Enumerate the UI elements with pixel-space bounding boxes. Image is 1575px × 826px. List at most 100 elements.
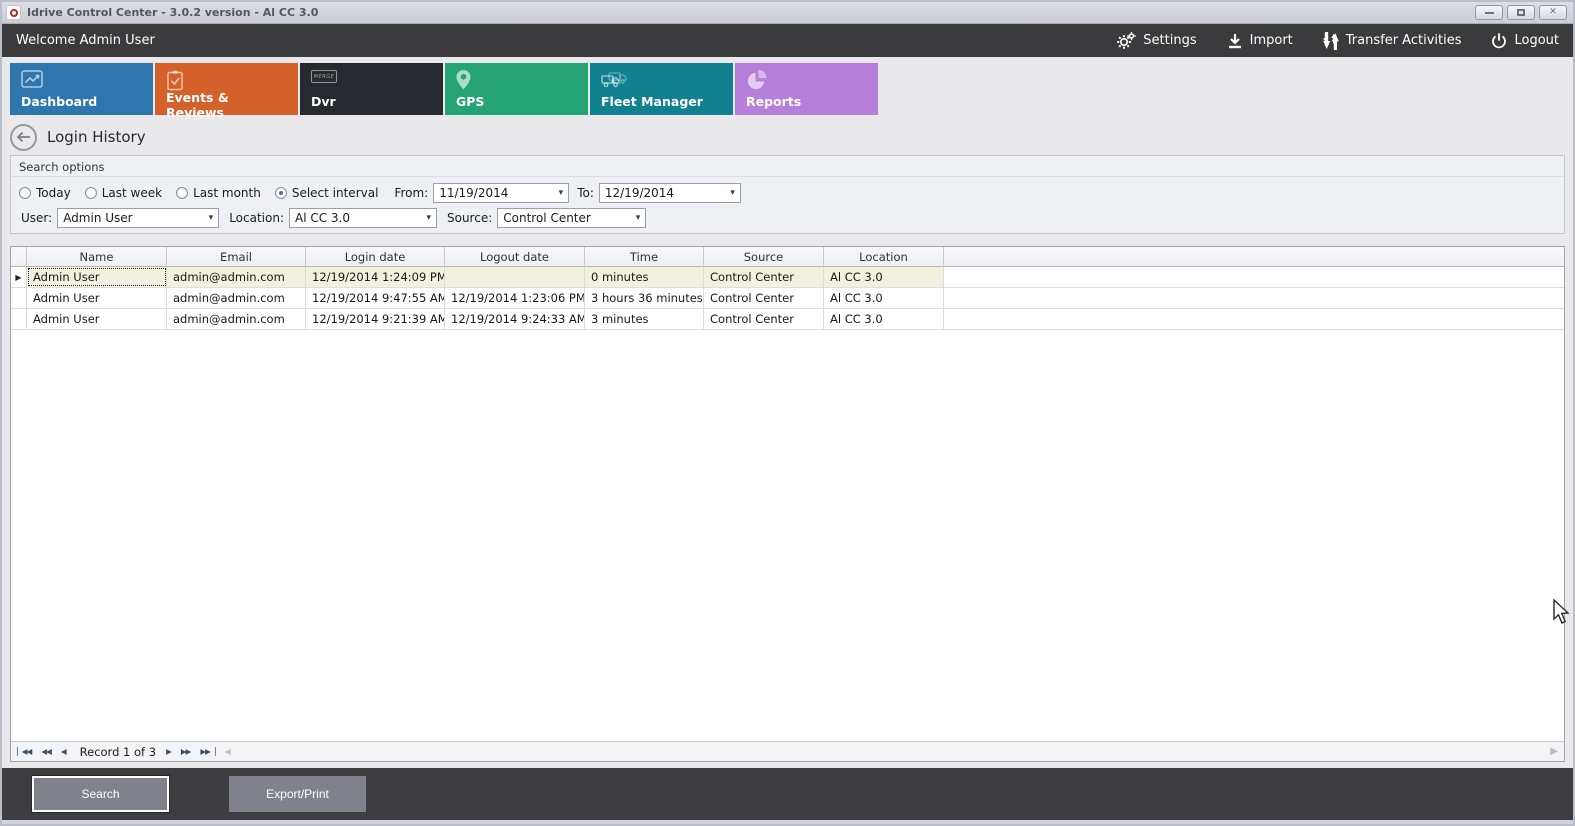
column-header-logout-date[interactable]: Logout date	[445, 247, 585, 266]
location-dropdown[interactable]: Al CC 3.0 ▾	[289, 208, 437, 228]
radio-last-month[interactable]: Last month	[176, 186, 261, 200]
cell-source[interactable]: Control Center	[704, 267, 824, 287]
source-label: Source:	[447, 211, 492, 225]
cell-logout-date[interactable]	[445, 267, 585, 287]
user-value: Admin User	[63, 211, 132, 225]
logout-button[interactable]: Logout	[1491, 33, 1559, 49]
search-options-panel: Search options Today Last week Last mont…	[10, 155, 1565, 234]
next-record-button[interactable]: ▶	[166, 747, 171, 756]
settings-label: Settings	[1143, 33, 1196, 48]
power-icon	[1491, 33, 1507, 49]
line-chart-icon	[21, 70, 142, 90]
column-header-name[interactable]: Name	[27, 247, 167, 266]
scroll-left-icon[interactable]: ◀	[225, 747, 230, 756]
tile-dvr[interactable]: MERGE Dvr	[300, 63, 443, 115]
login-history-grid: Name Email Login date Logout date Time S…	[10, 246, 1565, 762]
cell-email[interactable]: admin@admin.com	[167, 309, 306, 329]
settings-button[interactable]: Settings	[1117, 32, 1196, 49]
cell-time[interactable]: 0 minutes	[585, 267, 704, 287]
row-indicator-header	[11, 247, 27, 266]
cell-logout-date[interactable]: 12/19/2014 1:23:06 PM	[445, 288, 585, 308]
chevron-down-icon[interactable]: ▾	[631, 213, 646, 223]
radio-label: Last week	[102, 186, 162, 200]
tile-gps[interactable]: GPS	[445, 63, 588, 115]
tile-label: GPS	[456, 94, 577, 109]
column-header-email[interactable]: Email	[167, 247, 306, 266]
to-date-dropdown[interactable]: 12/19/2014 ▾	[599, 183, 741, 203]
radio-icon-checked	[275, 187, 287, 199]
source-dropdown[interactable]: Control Center ▾	[497, 208, 646, 228]
clipboard-check-icon	[166, 70, 287, 90]
chevron-down-icon[interactable]: ▾	[554, 188, 569, 198]
scroll-right-icon[interactable]: ▶	[1550, 746, 1558, 757]
radio-today[interactable]: Today	[19, 186, 71, 200]
radio-icon	[85, 187, 97, 199]
minimize-button[interactable]	[1475, 5, 1503, 20]
cell-login-date[interactable]: 12/19/2014 9:21:39 AM	[306, 309, 445, 329]
radio-label: Today	[36, 186, 71, 200]
cell-login-date[interactable]: 12/19/2014 1:24:09 PM	[306, 267, 445, 287]
radio-label: Select interval	[292, 186, 379, 200]
column-header-source[interactable]: Source	[704, 247, 824, 266]
location-value: Al CC 3.0	[295, 211, 350, 225]
cell-filler	[944, 309, 1564, 329]
grid-header-row: Name Email Login date Logout date Time S…	[11, 247, 1564, 267]
table-row[interactable]: ▶ Admin User admin@admin.com 12/19/2014 …	[11, 267, 1564, 288]
column-header-time[interactable]: Time	[585, 247, 704, 266]
cell-email[interactable]: admin@admin.com	[167, 267, 306, 287]
from-date-dropdown[interactable]: 11/19/2014 ▾	[433, 183, 569, 203]
cell-name[interactable]: Admin User	[27, 309, 167, 329]
column-header-login-date[interactable]: Login date	[306, 247, 445, 266]
cell-time[interactable]: 3 minutes	[585, 309, 704, 329]
radio-select-interval[interactable]: Select interval	[275, 186, 379, 200]
export-print-button[interactable]: Export/Print	[229, 776, 366, 812]
gears-icon	[1117, 32, 1136, 49]
from-date-value: 11/19/2014	[439, 186, 508, 200]
first-record-button[interactable]: ▏◀◀	[17, 747, 31, 756]
footer-bar: Search Export/Print	[2, 768, 1573, 820]
chevron-down-icon[interactable]: ▾	[421, 213, 436, 223]
prev-page-button[interactable]: ◀◀	[41, 747, 51, 756]
cell-name[interactable]: Admin User	[27, 267, 167, 287]
tile-label: Fleet Manager	[601, 94, 722, 109]
next-page-button[interactable]: ▶▶	[181, 747, 191, 756]
import-button[interactable]: Import	[1227, 33, 1293, 49]
tile-fleet-manager[interactable]: Fleet Manager	[590, 63, 733, 115]
chevron-down-icon[interactable]: ▾	[204, 213, 219, 223]
table-row[interactable]: Admin User admin@admin.com 12/19/2014 9:…	[11, 309, 1564, 330]
cell-time[interactable]: 3 hours 36 minutes	[585, 288, 704, 308]
cell-location[interactable]: Al CC 3.0	[824, 267, 944, 287]
cell-source[interactable]: Control Center	[704, 309, 824, 329]
cell-name[interactable]: Admin User	[27, 288, 167, 308]
tile-events-reviews[interactable]: Events & Reviews	[155, 63, 298, 115]
cell-login-date[interactable]: 12/19/2014 9:47:55 AM	[306, 288, 445, 308]
radio-last-week[interactable]: Last week	[85, 186, 162, 200]
chevron-down-icon[interactable]: ▾	[725, 188, 740, 198]
transfer-activities-button[interactable]: Transfer Activities	[1323, 32, 1462, 50]
cell-location[interactable]: Al CC 3.0	[824, 288, 944, 308]
tile-reports[interactable]: Reports	[735, 63, 878, 115]
cell-logout-date[interactable]: 12/19/2014 9:24:33 AM	[445, 309, 585, 329]
column-header-filler	[944, 247, 1564, 266]
close-button[interactable]: ✕	[1539, 5, 1567, 20]
dvr-device-icon: MERGE	[311, 70, 432, 90]
cell-source[interactable]: Control Center	[704, 288, 824, 308]
cell-location[interactable]: Al CC 3.0	[824, 309, 944, 329]
user-dropdown[interactable]: Admin User ▾	[57, 208, 219, 228]
table-row[interactable]: Admin User admin@admin.com 12/19/2014 9:…	[11, 288, 1564, 309]
map-pin-icon	[456, 70, 577, 90]
welcome-bar: Welcome Admin User Settings	[2, 24, 1573, 57]
prev-record-button[interactable]: ◀	[61, 747, 66, 756]
from-label: From:	[394, 186, 428, 200]
maximize-button[interactable]	[1507, 5, 1535, 20]
cell-filler	[944, 288, 1564, 308]
last-record-button[interactable]: ▶▶▕	[200, 747, 214, 756]
titlebar: Idrive Control Center - 3.0.2 version - …	[2, 2, 1573, 24]
cell-email[interactable]: admin@admin.com	[167, 288, 306, 308]
nav-tiles: Dashboard Events & Reviews MERGE Dvr	[10, 63, 1565, 115]
search-button[interactable]: Search	[32, 776, 169, 812]
column-header-location[interactable]: Location	[824, 247, 944, 266]
pie-chart-icon	[746, 70, 867, 90]
back-button[interactable]	[10, 124, 37, 151]
tile-dashboard[interactable]: Dashboard	[10, 63, 153, 115]
